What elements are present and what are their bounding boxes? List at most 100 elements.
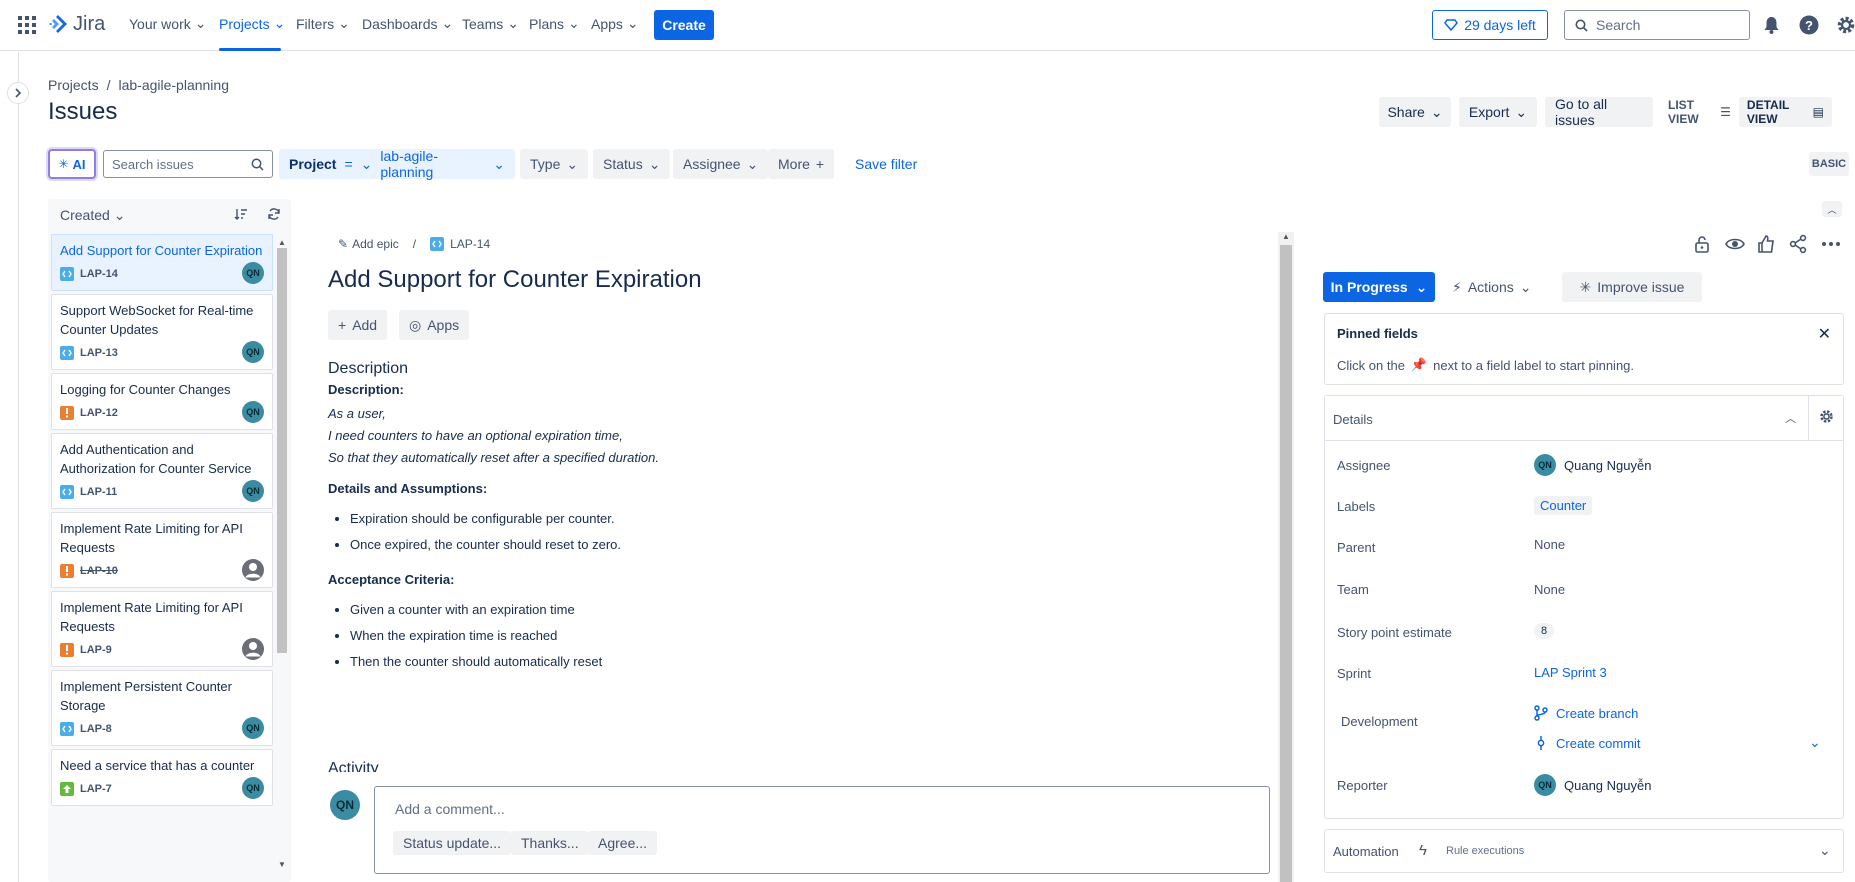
automation-panel[interactable]: Automation ϟ Rule executions ⌄ xyxy=(1324,829,1844,873)
basic-mode-button[interactable]: BASIC xyxy=(1809,152,1849,176)
sidebar-expand-button[interactable] xyxy=(7,82,29,104)
create-branch-link[interactable]: Create branch xyxy=(1534,705,1638,721)
help-icon[interactable]: ? xyxy=(1799,15,1819,35)
more-actions-icon[interactable] xyxy=(1821,234,1841,254)
status-dropdown-button[interactable]: In Progress ⌄ xyxy=(1323,272,1435,302)
detail-view-button[interactable]: DETAIL VIEW ▤ xyxy=(1738,97,1832,127)
share-button[interactable]: Share ⌄ xyxy=(1379,97,1451,127)
sort-label: Created xyxy=(60,206,110,223)
list-item[interactable]: Need a service that has a counter LAP-7 QN xyxy=(51,749,273,806)
settings-gear-icon[interactable] xyxy=(1836,15,1855,35)
nav-filters[interactable]: Filters ⌄ xyxy=(296,15,350,32)
assignee-value[interactable]: QN Quang Nguyễn xyxy=(1534,454,1651,476)
issue-key: LAP-12 xyxy=(80,407,118,419)
configure-gear-icon[interactable] xyxy=(1819,409,1834,424)
team-value[interactable]: None xyxy=(1534,582,1565,597)
labels-value[interactable]: Counter xyxy=(1534,496,1593,515)
breadcrumb-projects[interactable]: Projects xyxy=(48,77,99,93)
nav-teams[interactable]: Teams ⌄ xyxy=(462,15,519,32)
detail-view-label: DETAIL VIEW xyxy=(1746,98,1790,126)
sort-dropdown[interactable]: Created ⌄ xyxy=(60,207,125,224)
global-search-input[interactable]: Search xyxy=(1564,10,1750,40)
add-epic-link[interactable]: ✎ Add epic xyxy=(338,237,399,251)
scroll-down-arrow-icon[interactable]: ▼ xyxy=(278,860,286,869)
improve-issue-button[interactable]: ✳ Improve issue xyxy=(1562,272,1702,302)
add-button[interactable]: + Add xyxy=(328,310,388,340)
chevron-down-icon[interactable]: ⌄ xyxy=(1819,842,1831,859)
close-icon[interactable]: ✕ xyxy=(1818,324,1831,344)
quick-reply-agree[interactable]: Agree... xyxy=(588,831,658,855)
sprint-label: Sprint xyxy=(1337,666,1371,681)
create-commit-link[interactable]: Create commit xyxy=(1534,735,1641,751)
search-issues-input[interactable]: Search issues xyxy=(103,150,273,178)
create-button[interactable]: Create xyxy=(654,10,714,40)
description-section[interactable]: Description Description: As a user, I ne… xyxy=(328,360,1208,689)
rule-executions-label[interactable]: Rule executions xyxy=(1446,845,1524,857)
thumbs-up-icon[interactable] xyxy=(1757,234,1777,254)
list-item[interactable]: Add Support for Counter Expiration LAP-14… xyxy=(51,234,273,291)
lock-icon[interactable] xyxy=(1693,234,1713,254)
list-item[interactable]: Implement Rate Limiting for API Requests… xyxy=(51,512,273,588)
list-item[interactable]: Implement Rate Limiting for API Requests… xyxy=(51,591,273,667)
bug-icon xyxy=(60,643,74,657)
chevron-down-icon: ⌄ xyxy=(194,15,207,31)
comment-input[interactable]: Add a comment... Status update... Thanks… xyxy=(374,786,1270,874)
project-filter-operator[interactable]: = xyxy=(344,156,352,172)
nav-plans[interactable]: Plans ⌄ xyxy=(529,15,580,32)
reporter-value[interactable]: QN Quang Nguyễn xyxy=(1534,774,1651,796)
chevron-down-icon[interactable]: ⌄ xyxy=(1809,734,1821,751)
issue-key-link[interactable]: LAP-14 xyxy=(430,237,490,251)
trial-button[interactable]: 29 days left xyxy=(1432,10,1548,40)
story-points-label: Story point estimate xyxy=(1337,625,1452,640)
notifications-icon[interactable] xyxy=(1763,16,1780,34)
save-filter-link[interactable]: Save filter xyxy=(855,156,917,172)
label-chip[interactable]: Counter xyxy=(1534,496,1593,515)
apps-button[interactable]: ◎ Apps xyxy=(399,310,470,340)
list-item[interactable]: Support WebSocket for Real-time Counter … xyxy=(51,294,273,370)
sprint-value[interactable]: LAP Sprint 3 xyxy=(1534,665,1607,680)
breadcrumb-project[interactable]: lab-agile-planning xyxy=(118,77,229,93)
nav-dashboards[interactable]: Dashboards ⌄ xyxy=(362,15,453,32)
list-item: Once expired, the counter should reset t… xyxy=(350,532,1208,558)
issue-title[interactable]: Add Support for Counter Expiration xyxy=(328,266,702,294)
refresh-icon[interactable] xyxy=(267,207,281,221)
list-item[interactable]: Implement Persistent Counter Storage LAP-… xyxy=(51,670,273,746)
list-item[interactable]: Logging for Counter Changes LAP-12 QN xyxy=(51,373,273,430)
detail-scrollbar-thumb[interactable] xyxy=(1280,245,1292,882)
collapse-up-button[interactable]: ︿ xyxy=(1822,201,1842,217)
chevron-up-icon[interactable]: ︿ xyxy=(1785,410,1796,426)
quick-reply-thanks[interactable]: Thanks... xyxy=(511,831,589,855)
project-filter[interactable]: Project = ⌄ lab-agile-planning ⌄ xyxy=(279,148,515,180)
scroll-up-arrow-icon[interactable]: ▲ xyxy=(1282,232,1290,241)
list-scrollbar-thumb[interactable] xyxy=(277,248,287,653)
assignee-filter[interactable]: Assignee ⌄ xyxy=(673,149,769,179)
list-view-button[interactable]: LIST VIEW ☰ xyxy=(1660,97,1739,127)
share-icon[interactable] xyxy=(1789,234,1809,254)
type-filter[interactable]: Type ⌄ xyxy=(520,149,589,179)
nav-projects[interactable]: Projects ⌄ xyxy=(219,15,285,32)
status-filter[interactable]: Status ⌄ xyxy=(593,149,671,179)
list-scrollbar[interactable]: ▲ ▼ xyxy=(275,238,287,874)
more-filters-button[interactable]: More + xyxy=(768,149,835,179)
jira-logo[interactable]: Jira xyxy=(48,13,105,36)
parent-label: Parent xyxy=(1337,540,1376,555)
watch-eye-icon[interactable] xyxy=(1725,234,1745,254)
quick-reply-status-update[interactable]: Status update... xyxy=(393,831,512,855)
sort-order-icon[interactable] xyxy=(234,207,248,221)
parent-value[interactable]: None xyxy=(1534,537,1565,552)
nav-your-work[interactable]: Your work ⌄ xyxy=(129,15,206,32)
go-to-all-issues-button[interactable]: Go to all issues xyxy=(1545,96,1653,128)
chevron-right-icon xyxy=(15,88,22,98)
details-header[interactable]: Details ︿ xyxy=(1325,396,1843,441)
project-filter-label: Project xyxy=(289,156,337,172)
export-button[interactable]: Export ⌄ xyxy=(1459,97,1537,127)
divider xyxy=(1808,396,1809,440)
app-switcher-icon[interactable] xyxy=(18,16,36,34)
ai-search-button[interactable]: ✳ AI xyxy=(48,149,96,179)
detail-scrollbar[interactable]: ▲ xyxy=(1278,232,1294,882)
scroll-up-arrow-icon[interactable]: ▲ xyxy=(278,238,286,247)
actions-button[interactable]: ⚡ Actions ⌄ xyxy=(1452,272,1532,302)
nav-apps[interactable]: Apps ⌄ xyxy=(591,15,639,32)
list-item[interactable]: Add Authentication and Authorization for… xyxy=(51,433,273,509)
story-points-value[interactable]: 8 xyxy=(1534,623,1555,639)
